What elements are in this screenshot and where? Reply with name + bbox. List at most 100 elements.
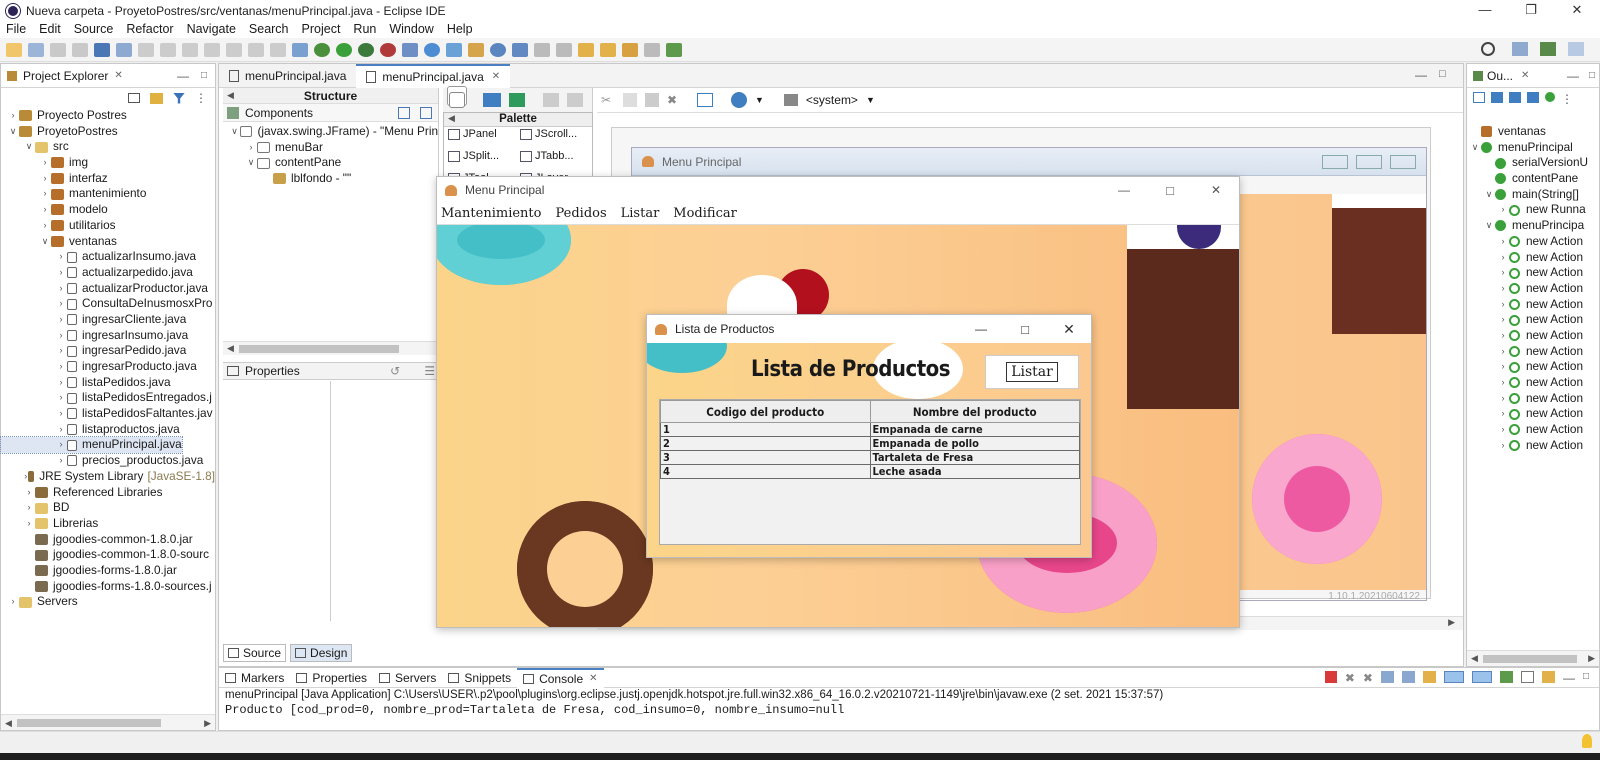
palette-item[interactable]: JPanel xyxy=(448,125,520,143)
chevron-icon[interactable]: › xyxy=(1497,312,1509,328)
outline-tab[interactable]: Ou... xyxy=(1487,69,1513,83)
outline-scrollbar[interactable]: ◀ ▶ xyxy=(1467,650,1599,666)
chevron-icon[interactable]: › xyxy=(1497,328,1509,344)
menu-edit[interactable]: Edit xyxy=(39,22,61,36)
suspend-icon[interactable] xyxy=(160,42,176,57)
close-icon[interactable]: ✕ xyxy=(1047,321,1091,338)
chevron-icon[interactable]: ∨ xyxy=(245,155,257,171)
outline-item[interactable]: › new Action xyxy=(1467,250,1599,266)
coverage-icon[interactable] xyxy=(358,42,374,57)
outline-item[interactable]: contentPane xyxy=(1467,171,1599,187)
chevron-down-icon[interactable]: ▼ xyxy=(755,95,764,105)
collapsed-chevron-icon[interactable]: › xyxy=(39,186,51,202)
tree-item[interactable]: › ingresarInsumo.java xyxy=(1,328,215,344)
outline-item[interactable]: ∨ main(String[] xyxy=(1467,187,1599,203)
minimize-icon[interactable]: — xyxy=(1563,671,1575,685)
table-row[interactable]: 4 Leche asada xyxy=(660,464,1080,479)
back-icon[interactable] xyxy=(578,42,594,57)
project-explorer-tab[interactable]: Project Explorer xyxy=(23,69,108,83)
collapsed-chevron-icon[interactable]: › xyxy=(39,218,51,234)
outline-item[interactable]: ∨ menuPrincipal xyxy=(1467,140,1599,156)
refresh-icon[interactable] xyxy=(509,93,525,107)
collapsed-chevron-icon[interactable]: › xyxy=(39,171,51,187)
collapsed-chevron-icon[interactable]: › xyxy=(23,485,35,501)
expand-icon[interactable] xyxy=(398,106,410,119)
collapsed-chevron-icon[interactable]: › xyxy=(55,281,67,297)
close-icon[interactable]: ✕ xyxy=(1193,183,1239,197)
chevron-icon[interactable]: › xyxy=(245,140,257,156)
table-row[interactable]: 1 Empanada de carne xyxy=(660,422,1080,437)
scrollbar-thumb[interactable] xyxy=(1483,655,1577,663)
menu-window[interactable]: Window xyxy=(389,22,433,36)
outline-item[interactable]: › new Runna xyxy=(1467,202,1599,218)
menu-listar[interactable]: Listar xyxy=(621,206,660,221)
horizontal-scrollbar[interactable]: ◀ ▶ xyxy=(1,714,215,730)
outline-item[interactable]: › new Action xyxy=(1467,406,1599,422)
outline-item[interactable]: › new Action xyxy=(1467,422,1599,438)
outline-item[interactable]: › new Action xyxy=(1467,359,1599,375)
scroll-lock-icon[interactable] xyxy=(1401,671,1415,683)
collapsed-chevron-icon[interactable]: › xyxy=(55,343,67,359)
tree-item[interactable]: › JRE System Library [JavaSE-1.8] xyxy=(1,469,215,485)
close-icon[interactable]: ✕ xyxy=(1554,0,1600,22)
debug-perspective-icon[interactable] xyxy=(1568,42,1584,56)
column-header[interactable]: Nombre del producto xyxy=(869,400,1080,423)
tab-console[interactable]: Console ✕ xyxy=(517,667,604,688)
tree-item[interactable]: ∨ src xyxy=(1,139,215,155)
outline-item[interactable]: serialVersionU xyxy=(1467,155,1599,171)
terminate-icon[interactable] xyxy=(182,42,198,57)
sort-icon[interactable] xyxy=(1491,92,1503,103)
collapsed-chevron-icon[interactable]: › xyxy=(7,108,19,124)
minimize-icon[interactable]: — xyxy=(1101,183,1147,197)
java-perspective-icon[interactable] xyxy=(1540,42,1556,56)
back-arrow-icon[interactable] xyxy=(622,42,638,57)
outline-item[interactable]: › new Action xyxy=(1467,234,1599,250)
hide-nonpublic-icon[interactable] xyxy=(1545,92,1555,102)
tree-item[interactable]: › listaPedidosFaltantes.jav xyxy=(1,406,215,422)
collapsed-chevron-icon[interactable]: › xyxy=(55,453,67,469)
chevron-icon[interactable]: › xyxy=(1497,375,1509,391)
tree-item[interactable]: › Servers xyxy=(1,594,215,610)
link-editor-icon[interactable] xyxy=(150,92,163,104)
collapse-left-icon[interactable]: ◀ xyxy=(227,90,234,101)
component-item[interactable]: › menuBar xyxy=(223,140,438,156)
step-into-icon[interactable] xyxy=(226,42,242,57)
scrollbar-thumb[interactable] xyxy=(239,345,399,353)
run-icon[interactable] xyxy=(336,42,352,57)
close-icon[interactable]: ✕ xyxy=(492,71,500,82)
tree-item[interactable]: › interfaz xyxy=(1,171,215,187)
collapsed-chevron-icon[interactable]: › xyxy=(55,328,67,344)
tree-item[interactable]: › ConsultaDeInusmosxPro xyxy=(1,296,215,312)
editor-maximize-icon[interactable]: □ xyxy=(1439,68,1446,80)
menu-help[interactable]: Help xyxy=(447,22,473,36)
tab-servers[interactable]: Servers xyxy=(373,668,442,688)
menu-mantenimiento[interactable]: Mantenimiento xyxy=(441,206,541,221)
collapsed-chevron-icon[interactable]: › xyxy=(55,422,67,438)
step-over-icon[interactable] xyxy=(248,42,264,57)
table-row[interactable]: 2 Empanada de pollo xyxy=(660,436,1080,451)
menu-project[interactable]: Project xyxy=(302,22,341,36)
outline-item[interactable]: › new Action xyxy=(1467,391,1599,407)
tree-item[interactable]: › img xyxy=(1,155,215,171)
chevron-icon[interactable]: › xyxy=(1497,265,1509,281)
tree-item[interactable]: jgoodies-common-1.8.0.jar xyxy=(1,532,215,548)
chevron-icon[interactable]: ∨ xyxy=(1483,218,1495,234)
selection-icon[interactable] xyxy=(449,92,465,108)
filter-icon[interactable] xyxy=(173,92,185,104)
tree-item[interactable]: › BD xyxy=(1,500,215,516)
palette-item[interactable]: JSplit... xyxy=(448,147,520,165)
outline-item[interactable]: ventanas xyxy=(1467,124,1599,140)
tab-design[interactable]: Design xyxy=(290,644,353,662)
undo-icon[interactable] xyxy=(543,93,559,107)
new-icon[interactable] xyxy=(6,42,22,57)
chevron-icon[interactable]: › xyxy=(1497,422,1509,438)
tree-item[interactable]: › listaproductos.java xyxy=(1,422,215,438)
menu-modificar[interactable]: Modificar xyxy=(673,206,737,221)
menu-file[interactable]: File xyxy=(6,22,26,36)
drop-frame-icon[interactable] xyxy=(292,42,308,57)
chevron-icon[interactable]: › xyxy=(1497,250,1509,266)
tree-item[interactable]: ∨ ProyetoPostres xyxy=(1,124,215,140)
component-item[interactable]: lblfondo - "" xyxy=(223,171,438,187)
tree-item[interactable]: jgoodies-forms-1.8.0-sources.j xyxy=(1,579,215,595)
chevron-icon[interactable]: › xyxy=(1497,438,1509,454)
